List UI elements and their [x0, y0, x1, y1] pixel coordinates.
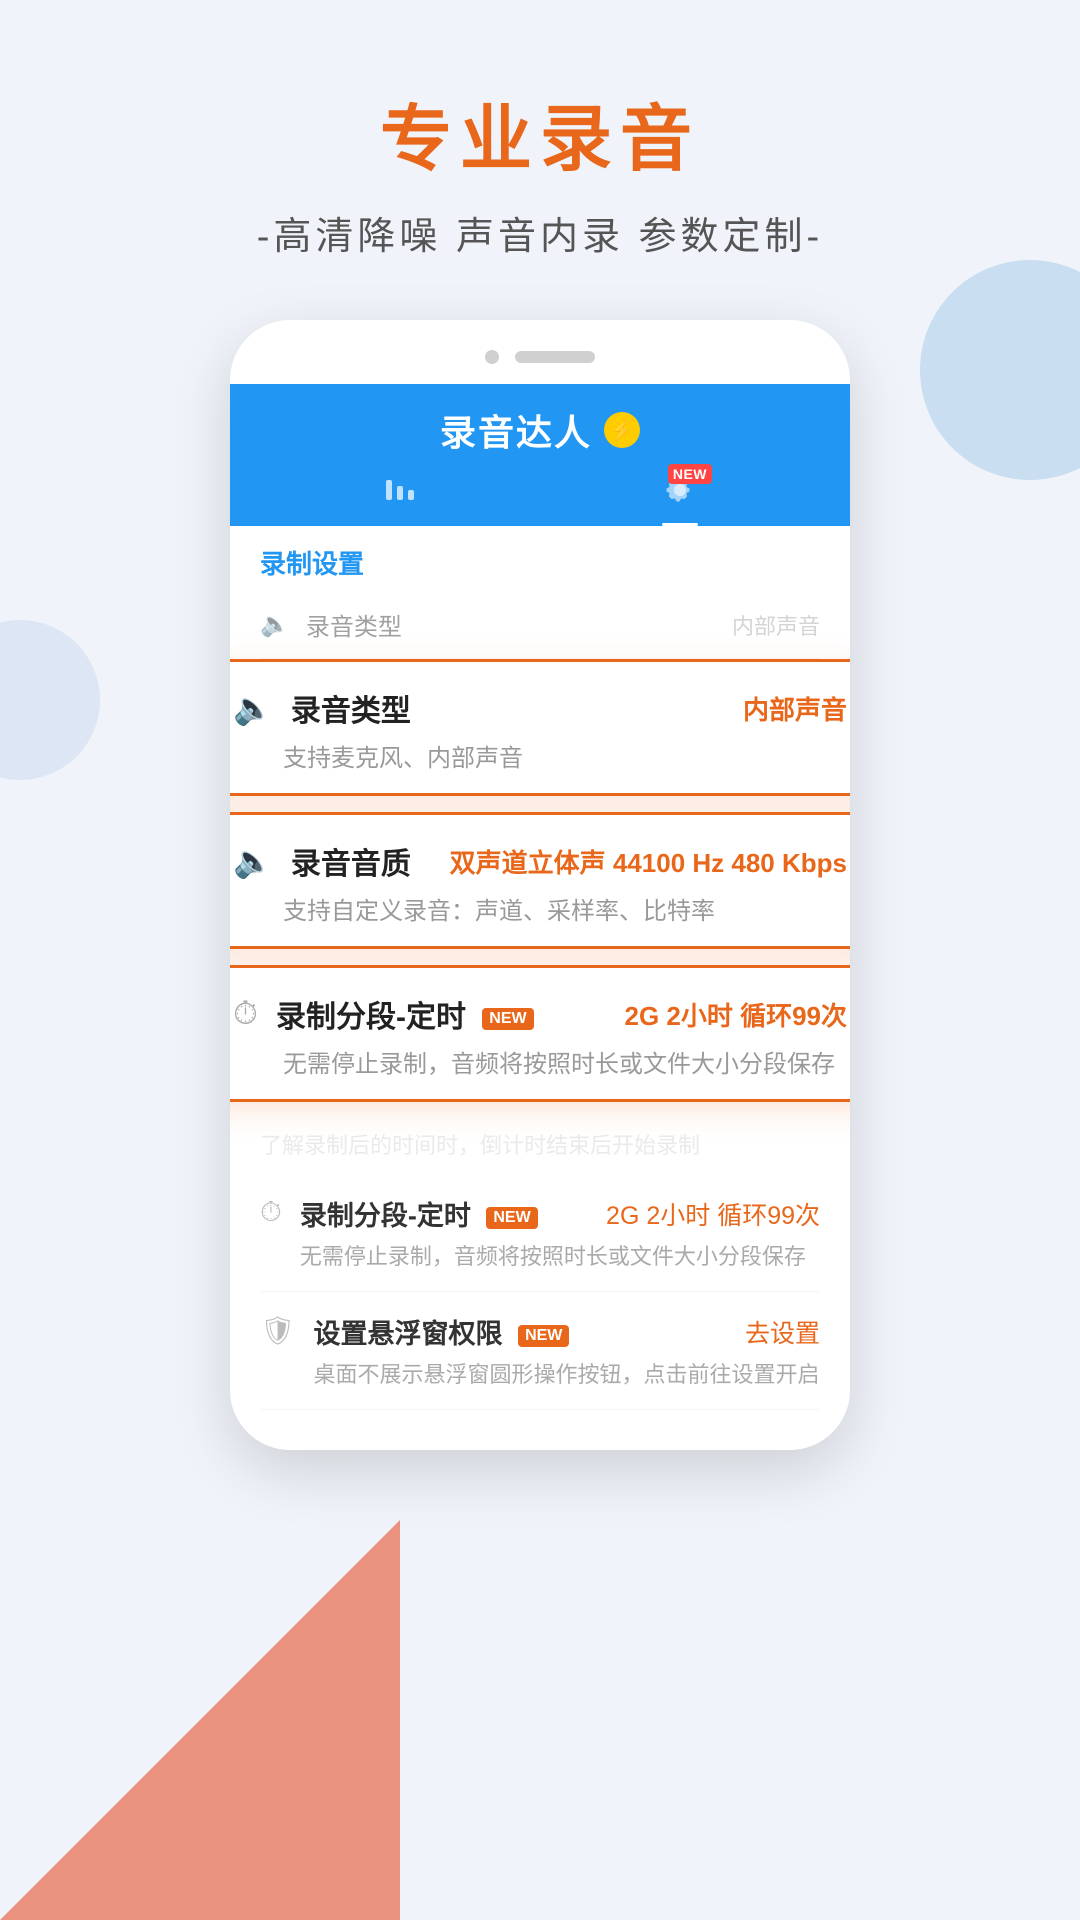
highlight-card-quality: 🔈 录音音质 双声道立体声 44100 Hz 480 Kbps 支持自定义录音：…: [230, 812, 850, 949]
srn-desc-segment-lower: 无需停止录制，音频将按照时长或文件大小分段保存: [300, 1239, 820, 1271]
highlights-wrapper: 🔈 录音类型 内部声音 支持麦克风、内部声音 🔈 录音音质 双声道立体声 441…: [230, 659, 850, 1102]
hc-value-type: 内部声音: [743, 690, 847, 727]
srn-body-segment: 录制分段-定时 NEW 2G 2小时 循环99次 无需停止录制，音频将按照时长或…: [300, 1194, 820, 1271]
app-header: 录音达人 ⚡: [230, 384, 850, 526]
settings-new-badge: NEW: [668, 464, 712, 484]
row-value-small: 内部声音: [732, 609, 820, 641]
segment-new-badge: NEW: [482, 1008, 533, 1030]
setting-row-float-permission[interactable]: 🛡 设置悬浮窗权限 NEW 去设置 桌面不展示悬浮窗圆形操作按钮，点击前往设置开…: [260, 1292, 820, 1410]
srn-icon-shield: 🛡: [260, 1314, 296, 1347]
highlight-card-segment: ⏱ 录制分段-定时 NEW 2G 2小时 循环99次 无需停止录制，音频将按照时…: [230, 965, 850, 1102]
srn-value-segment: 2G 2小时 循环99次: [606, 1196, 820, 1232]
hc-desc-segment: 无需停止录制，音频将按照时长或文件大小分段保存: [233, 1044, 847, 1079]
hc-label-type: 录音类型: [291, 686, 743, 730]
badge-symbol: ⚡: [610, 418, 635, 443]
app-title: 录音达人: [440, 404, 592, 456]
srn-label-segment: 录制分段-定时 NEW: [300, 1194, 538, 1233]
hc-icon-segment: ⏱: [233, 995, 258, 1033]
settings-area: 录制设置 🔈 录音类型 内部声音: [230, 526, 850, 659]
phone-lower-content: 了解录制后的时间时，倒计时结束后开始录制 ⏱ 录制分段-定时 NEW 2G 2小…: [230, 1118, 850, 1410]
hc-row1-quality: 🔈 录音音质 双声道立体声 44100 Hz 480 Kbps: [233, 839, 847, 883]
srn-title-row-segment: 录制分段-定时 NEW 2G 2小时 循环99次: [300, 1194, 820, 1233]
gear-container: NEW: [662, 472, 698, 516]
row-label-small: 录音类型: [306, 607, 732, 642]
hc-row1-segment: ⏱ 录制分段-定时 NEW 2G 2小时 循环99次: [233, 992, 847, 1036]
hero-title: 专业录音: [380, 80, 700, 185]
srn-go-float[interactable]: 去设置: [745, 1314, 820, 1350]
highlights-margin-box: 🔈 录音类型 内部声音 支持麦克风、内部声音 🔈 录音音质 双声道立体声 441…: [230, 659, 850, 1102]
srn-label-float: 设置悬浮窗权限 NEW: [314, 1312, 570, 1351]
hc-label-quality: 录音音质: [291, 839, 450, 883]
setting-row-small-type: 🔈 录音类型 内部声音: [260, 591, 820, 659]
bg-triangle-bottom-left: [0, 1520, 400, 1920]
hc-desc-quality: 支持自定义录音：声道、采样率、比特率: [233, 891, 847, 926]
hc-label-segment: 录制分段-定时 NEW: [276, 992, 625, 1036]
hc-desc-type: 支持麦克风、内部声音: [233, 738, 847, 773]
setting-row-segment-lower[interactable]: ⏱ 录制分段-定时 NEW 2G 2小时 循环99次 无需停止录制，音频将按照时…: [260, 1174, 820, 1292]
gear-icon: [662, 479, 698, 515]
page-content: 专业录音 -高清降噪 声音内录 参数定制- 录音达人 ⚡: [0, 0, 1080, 1570]
tab-recording-list[interactable]: [382, 472, 418, 526]
srn-icon-segment: ⏱: [260, 1196, 282, 1229]
srn-title-row-float: 设置悬浮窗权限 NEW 去设置: [314, 1312, 820, 1351]
hc-row1-type: 🔈 录音类型 内部声音: [233, 686, 847, 730]
phone-top-bar: [230, 350, 850, 364]
app-title-badge: ⚡: [604, 412, 640, 448]
hc-icon-quality: 🔈: [233, 842, 273, 880]
hero-subtitle: -高清降噪 声音内录 参数定制-: [257, 205, 823, 260]
phone-speaker-bar: [515, 351, 595, 363]
hc-value-segment: 2G 2小时 循环99次: [624, 996, 847, 1033]
phone-camera-dot: [485, 350, 499, 364]
hc-icon-type: 🔈: [233, 689, 273, 727]
tab-settings[interactable]: NEW: [662, 472, 698, 526]
srn-desc-float: 桌面不展示悬浮窗圆形操作按钮，点击前往设置开启: [314, 1357, 820, 1389]
section-title: 录制设置: [260, 526, 820, 591]
speaker-icon-small: 🔈: [260, 610, 290, 639]
faded-row-text: 了解录制后的时间时，倒计时结束后开始录制: [260, 1118, 820, 1174]
srn-body-float: 设置悬浮窗权限 NEW 去设置 桌面不展示悬浮窗圆形操作按钮，点击前往设置开启: [314, 1312, 820, 1389]
phone-mockup: 录音达人 ⚡: [230, 320, 850, 1450]
srn-new-badge-segment: NEW: [486, 1207, 537, 1229]
hc-value-quality: 双声道立体声 44100 Hz 480 Kbps: [450, 843, 847, 880]
app-header-title-row: 录音达人 ⚡: [260, 404, 820, 456]
highlight-card-record-type: 🔈 录音类型 内部声音 支持麦克风、内部声音: [230, 659, 850, 796]
app-nav-tabs: NEW: [260, 472, 820, 526]
bars-icon: [382, 472, 418, 516]
srn-new-badge-float: NEW: [518, 1325, 569, 1347]
